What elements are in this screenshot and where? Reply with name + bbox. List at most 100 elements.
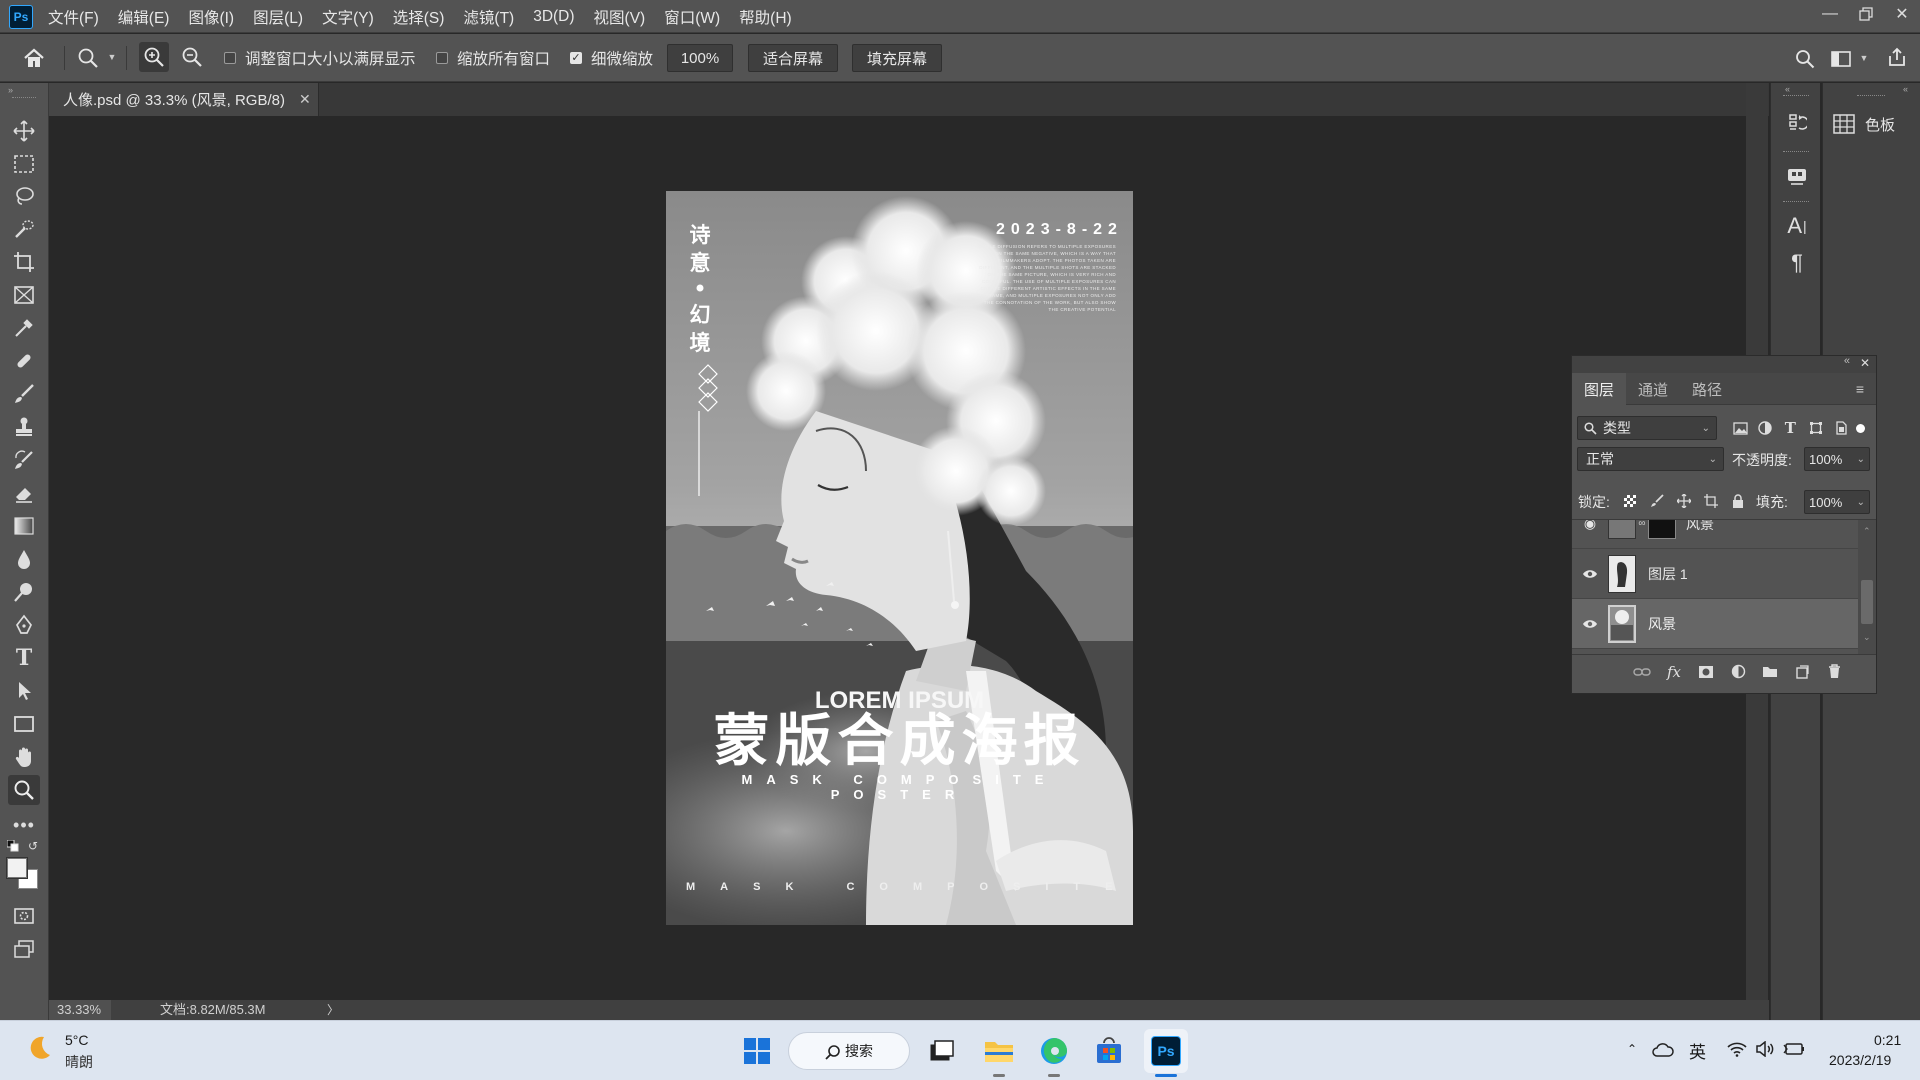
menu-3d[interactable]: 3D(D) — [533, 8, 574, 26]
zoom-all-windows-checkbox[interactable] — [436, 52, 448, 64]
collapse-icon[interactable]: « — [1785, 84, 1790, 94]
add-mask-icon[interactable] — [1696, 662, 1716, 682]
menu-select[interactable]: 选择(S) — [393, 6, 445, 28]
filter-shape-icon[interactable] — [1806, 418, 1826, 438]
home-icon[interactable] — [20, 44, 48, 72]
collapse-panel-icon[interactable]: « — [1844, 355, 1850, 367]
frame-tool-icon[interactable] — [8, 280, 40, 310]
hand-tool-icon[interactable] — [8, 742, 40, 772]
delete-layer-trash-icon[interactable] — [1824, 662, 1844, 682]
crop-tool-icon[interactable] — [8, 247, 40, 277]
clone-stamp-tool-icon[interactable] — [8, 412, 40, 442]
scroll-thumb[interactable] — [1861, 580, 1873, 624]
menu-help[interactable]: 帮助(H) — [739, 6, 792, 28]
layer-filter-select[interactable]: 类型 ⌄ — [1577, 416, 1717, 440]
workspace-icon[interactable] — [1828, 46, 1854, 72]
search-icon[interactable] — [1792, 46, 1818, 72]
layers-panel-titlebar[interactable]: « ✕ — [1572, 355, 1876, 373]
fill-screen-button[interactable]: 填充屏幕 — [852, 44, 942, 72]
history-panel-icon[interactable] — [1783, 109, 1811, 137]
brush-tool-icon[interactable] — [8, 379, 40, 409]
blend-mode-select[interactable]: 正常 ⌄ — [1577, 447, 1724, 471]
photoshop-taskbar-icon[interactable]: Ps — [1144, 1029, 1188, 1073]
healing-brush-tool-icon[interactable] — [8, 346, 40, 376]
link-layers-icon[interactable] — [1632, 662, 1652, 682]
panel-menu-icon[interactable]: ≡ — [1850, 379, 1870, 399]
weather-desc[interactable]: 晴朗 — [65, 1052, 93, 1072]
microsoft-store-icon[interactable] — [1089, 1031, 1129, 1071]
share-icon[interactable] — [1884, 44, 1910, 70]
status-menu-arrow[interactable]: 〉 — [327, 1000, 339, 1020]
weather-temp[interactable]: 5°C — [65, 1032, 89, 1048]
layer-row[interactable]: ◉ ∞ 风景 — [1572, 520, 1858, 549]
quick-selection-tool-icon[interactable] — [8, 214, 40, 244]
zoom-tool-preset-icon[interactable] — [74, 44, 102, 72]
tab-channels[interactable]: 通道 — [1626, 373, 1680, 405]
scrubby-zoom-checkbox[interactable]: ✓ — [570, 52, 582, 64]
collapse-arrows-icon[interactable]: » — [8, 85, 13, 95]
menu-edit[interactable]: 编辑(E) — [118, 6, 170, 28]
close-panel-icon[interactable]: ✕ — [1860, 356, 1870, 370]
fill-field[interactable]: 100% ⌄ — [1804, 490, 1870, 514]
filter-toggle-icon[interactable] — [1856, 418, 1866, 438]
paragraph-panel-icon[interactable]: ¶ — [1783, 249, 1811, 277]
adjustment-layer-icon[interactable] — [1728, 662, 1748, 682]
menu-layer[interactable]: 图层(L) — [253, 6, 303, 28]
marquee-tool-icon[interactable] — [8, 149, 40, 179]
battery-icon[interactable] — [1782, 1038, 1806, 1060]
moon-weather-icon[interactable] — [24, 1033, 58, 1067]
visibility-eye-icon[interactable] — [1572, 569, 1608, 579]
move-tool-icon[interactable] — [8, 116, 40, 146]
type-tool-icon[interactable]: T — [8, 643, 40, 673]
workspace-chevron-icon[interactable]: ▼ — [1858, 52, 1870, 64]
dock-grip[interactable] — [1857, 95, 1885, 97]
input-method-indicator[interactable]: 英 — [1689, 1038, 1706, 1063]
close-icon[interactable]: ✕ — [1884, 0, 1920, 28]
edge-browser-icon[interactable] — [1034, 1031, 1074, 1071]
wifi-icon[interactable] — [1726, 1038, 1748, 1060]
gradient-tool-icon[interactable] — [8, 511, 40, 541]
fit-screen-button[interactable]: 适合屏幕 — [748, 44, 838, 72]
visibility-eye-icon[interactable]: ◉ — [1572, 520, 1608, 532]
filter-pixel-icon[interactable] — [1730, 418, 1750, 438]
libraries-panel-icon[interactable] — [1783, 161, 1811, 189]
zoom-percent-field[interactable]: 100% — [667, 44, 733, 72]
menu-filter[interactable]: 滤镜(T) — [463, 6, 514, 28]
tab-layers[interactable]: 图层 — [1572, 373, 1626, 405]
lock-transparent-icon[interactable] — [1620, 491, 1640, 511]
lock-image-icon[interactable] — [1647, 491, 1667, 511]
document-tab[interactable]: 人像.psd @ 33.3% (风景, RGB/8) ✕ — [49, 83, 319, 116]
swap-colors-icon[interactable]: ↺ — [28, 839, 38, 853]
filter-adjustment-icon[interactable] — [1755, 418, 1775, 438]
clock-date[interactable]: 2023/2/19 — [1829, 1052, 1891, 1068]
rectangle-tool-icon[interactable] — [8, 709, 40, 739]
foreground-color-swatch[interactable] — [7, 858, 27, 878]
quick-mask-icon[interactable] — [8, 901, 40, 931]
close-tab-icon[interactable]: ✕ — [299, 91, 311, 108]
minimize-icon[interactable]: — — [1812, 0, 1848, 28]
character-panel-icon[interactable]: A | — [1783, 211, 1811, 241]
screen-mode-icon[interactable] — [8, 934, 40, 964]
menu-window[interactable]: 窗口(W) — [664, 6, 720, 28]
restore-icon[interactable] — [1848, 0, 1884, 28]
layer-list-scrollbar[interactable]: ⌃ ⌄ — [1858, 520, 1876, 654]
layer-row-selected[interactable]: 风景 — [1572, 599, 1858, 649]
photoshop-logo-icon[interactable]: Ps — [9, 5, 33, 29]
menu-type[interactable]: 文字(Y) — [322, 6, 374, 28]
dodge-tool-icon[interactable] — [8, 577, 40, 607]
menu-view[interactable]: 视图(V) — [594, 6, 646, 28]
eraser-tool-icon[interactable] — [8, 478, 40, 508]
onedrive-cloud-icon[interactable] — [1651, 1037, 1675, 1061]
dock-grip[interactable] — [1783, 95, 1809, 97]
show-hidden-icons-chevron-icon[interactable]: ⌃ — [1622, 1039, 1642, 1059]
eyedropper-tool-icon[interactable] — [8, 313, 40, 343]
lock-artboard-icon[interactable] — [1701, 491, 1721, 511]
lasso-tool-icon[interactable] — [8, 181, 40, 211]
volume-icon[interactable] — [1754, 1038, 1776, 1060]
default-colors-icon[interactable] — [7, 840, 19, 852]
clock-time[interactable]: 0:21 — [1874, 1032, 1901, 1048]
history-brush-tool-icon[interactable] — [8, 445, 40, 475]
lock-all-icon[interactable] — [1728, 491, 1748, 511]
menu-image[interactable]: 图像(I) — [188, 6, 234, 28]
task-view-icon[interactable] — [922, 1031, 962, 1071]
